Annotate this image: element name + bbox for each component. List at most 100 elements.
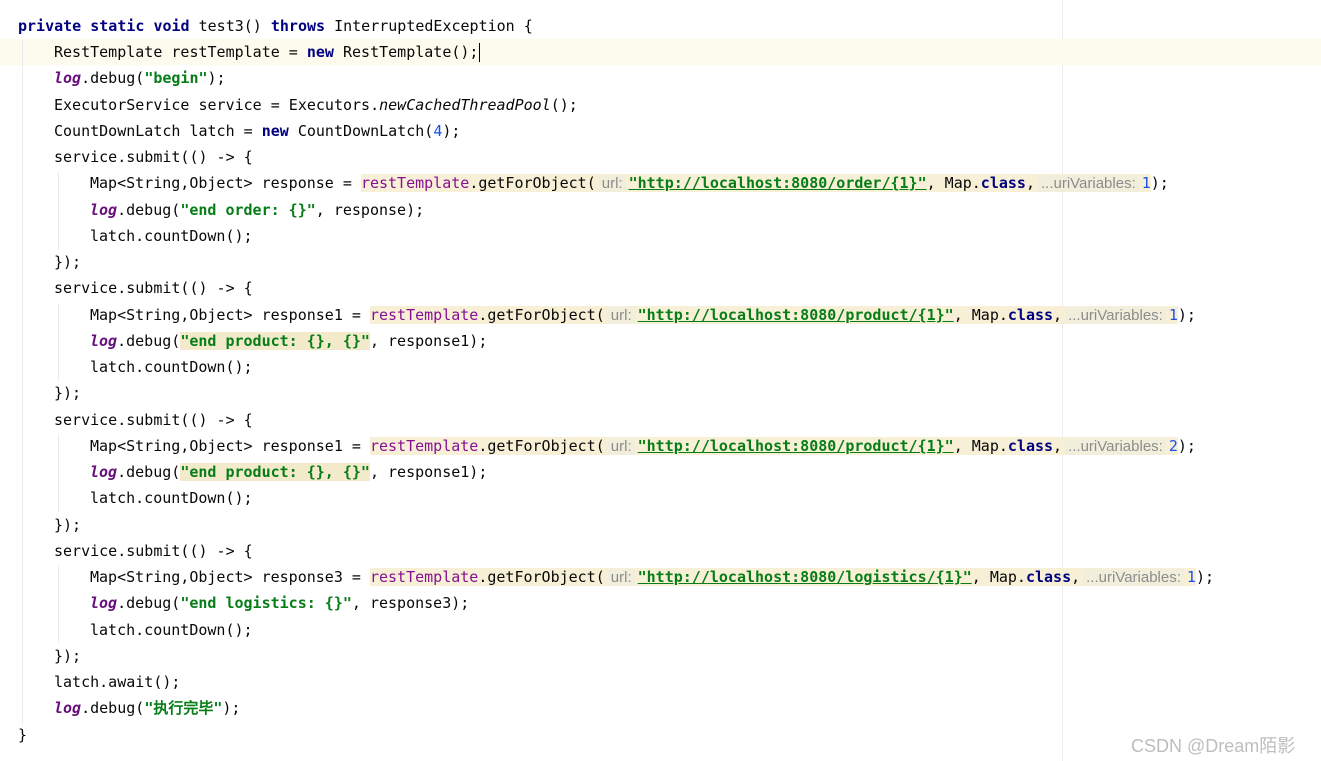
code-line-submit-close[interactable]: });	[54, 249, 81, 275]
statement-end: );	[1150, 174, 1169, 192]
keyword-new: new	[306, 43, 334, 61]
rest-template-ref: restTemplate	[360, 174, 470, 192]
code-line-get-for-object[interactable]: Map<String,Object> response1 = restTempl…	[90, 302, 1196, 328]
code-editor[interactable]: private static void test3() throws Inter…	[0, 0, 1321, 761]
code-line-submit-close[interactable]: });	[54, 380, 81, 406]
parameter-hint-url: url:	[607, 569, 635, 586]
number-literal: 2	[1168, 437, 1178, 455]
log-field: log	[90, 332, 118, 350]
keyword-class: class	[1007, 437, 1054, 455]
code-line-submit-open[interactable]: service.submit(() -> {	[54, 275, 253, 301]
highlighted-call: restTemplate.getForObject(url: "http://lo…	[369, 568, 1196, 586]
code-line-submit-open[interactable]: service.submit(() -> {	[54, 538, 253, 564]
keyword-private: private	[18, 17, 82, 35]
statement-end: );	[1177, 306, 1196, 324]
number-literal: 1	[1186, 568, 1196, 586]
comma: ,	[1025, 174, 1035, 192]
log-field: log	[90, 594, 118, 612]
comma: ,	[1071, 568, 1081, 586]
method-declaration: test3()	[189, 17, 271, 35]
exception-type: InterruptedException {	[325, 17, 533, 35]
code-line-executor[interactable]: ExecutorService service = Executors.newC…	[54, 92, 578, 118]
comma: ,	[1053, 306, 1063, 324]
code-line-get-for-object[interactable]: Map<String,Object> response1 = restTempl…	[90, 433, 1196, 459]
string-literal: "end logistics: {}"	[180, 594, 352, 612]
number-literal: 1	[1141, 174, 1151, 192]
method-call: .getForObject(	[478, 437, 605, 455]
statement-end: );	[442, 122, 461, 140]
highlighted-call: restTemplate.getForObject(url: "http://lo…	[360, 174, 1151, 192]
map-declaration: Map<String,Object> response =	[90, 174, 361, 192]
keyword-class: class	[1025, 568, 1072, 586]
parameter-hint-url: url:	[607, 438, 635, 455]
keyword-new: new	[261, 122, 289, 140]
indent-guide	[22, 40, 23, 725]
parameter-hint-uri-variables: ...uriVariables:	[1065, 438, 1166, 455]
right-margin-guide	[1062, 0, 1063, 761]
code-line-log-debug[interactable]: log.debug("end product: {}, {}", respons…	[90, 459, 487, 485]
code-line-submit-open[interactable]: service.submit(() -> {	[54, 407, 253, 433]
code-line-count-down[interactable]: latch.countDown();	[90, 485, 253, 511]
watermark: CSDN @Dream陌影	[1131, 736, 1296, 756]
parameter-hint-url: url:	[607, 307, 635, 324]
url-string-literal[interactable]: "http://localhost:8080/order/{1}"	[629, 174, 927, 192]
code-line-count-down[interactable]: latch.countDown();	[90, 617, 253, 643]
log-field: log	[54, 699, 82, 717]
map-declaration: Map<String,Object> response1 =	[90, 437, 370, 455]
indent-guide	[58, 434, 59, 512]
code-line-get-for-object[interactable]: Map<String,Object> response3 = restTempl…	[90, 564, 1214, 590]
map-class-prefix: , Map.	[953, 437, 1008, 455]
rest-template-ref: restTemplate	[369, 306, 479, 324]
executor-decl: ExecutorService service = Executors.	[54, 96, 380, 114]
log-args: , response3);	[351, 594, 470, 612]
code-line-signature[interactable]: private static void test3() throws Inter…	[18, 13, 533, 39]
keyword-class: class	[980, 174, 1026, 192]
url-string-literal[interactable]: "http://localhost:8080/product/{1}"	[638, 437, 954, 455]
code-line-submit-close[interactable]: });	[54, 643, 81, 669]
map-class-prefix: , Map.	[926, 174, 981, 192]
code-line-method-close[interactable]: }	[18, 722, 27, 748]
code-line-log-debug[interactable]: log.debug("end order: {}", response);	[90, 197, 424, 223]
code-line-log-debug[interactable]: log.debug("end product: {}, {}", respons…	[90, 328, 487, 354]
code-line-latch[interactable]: CountDownLatch latch = new CountDownLatc…	[54, 118, 460, 144]
map-declaration: Map<String,Object> response1 =	[90, 306, 370, 324]
code-line-log-debug[interactable]: log.debug("end logistics: {}", response3…	[90, 590, 469, 616]
statement-end: ();	[550, 96, 578, 114]
indent-guide	[58, 565, 59, 643]
string-literal: "end product: {}, {}"	[180, 332, 370, 350]
map-class-prefix: , Map.	[971, 568, 1026, 586]
parameter-hint-uri-variables: ...uriVariables:	[1037, 175, 1139, 192]
url-string-literal[interactable]: "http://localhost:8080/logistics/{1}"	[638, 568, 972, 586]
code-line-rest-template[interactable]: RestTemplate restTemplate = new RestTemp…	[54, 39, 481, 65]
code-line-count-down[interactable]: latch.countDown();	[90, 223, 253, 249]
highlighted-call: restTemplate.getForObject(url: "http://lo…	[369, 437, 1178, 455]
keyword-class: class	[1007, 306, 1054, 324]
statement-end: );	[207, 69, 226, 87]
parameter-hint-url: url:	[598, 175, 626, 192]
rest-template-ref: restTemplate	[369, 437, 479, 455]
code-line-submit-open[interactable]: service.submit(() -> {	[54, 144, 253, 170]
code-line-count-down[interactable]: latch.countDown();	[90, 354, 253, 380]
string-literal: "begin"	[144, 69, 208, 87]
number-literal: 4	[433, 122, 443, 140]
method-call: .getForObject(	[469, 174, 596, 192]
code-line-log-done[interactable]: log.debug("执行完毕");	[54, 695, 240, 721]
url-string-literal[interactable]: "http://localhost:8080/product/{1}"	[638, 306, 954, 324]
code-line-log-begin[interactable]: log.debug("begin");	[54, 65, 226, 91]
keyword-void: void	[153, 17, 190, 35]
log-field: log	[90, 463, 118, 481]
keyword-throws: throws	[270, 17, 326, 35]
log-args: , response);	[315, 201, 425, 219]
text-caret	[479, 43, 481, 62]
highlighted-call: restTemplate.getForObject(url: "http://lo…	[369, 306, 1178, 324]
log-call: .debug(	[117, 463, 181, 481]
code-line-submit-close[interactable]: });	[54, 512, 81, 538]
log-call: .debug(	[117, 594, 181, 612]
string-literal: "end order: {}"	[180, 201, 316, 219]
parameter-hint-uri-variables: ...uriVariables:	[1065, 307, 1166, 324]
log-args: , response1);	[369, 332, 488, 350]
code-line-await[interactable]: latch.await();	[54, 669, 180, 695]
statement-end: );	[222, 699, 241, 717]
method-call: .getForObject(	[478, 568, 605, 586]
code-line-get-for-object[interactable]: Map<String,Object> response = restTempla…	[90, 170, 1169, 196]
